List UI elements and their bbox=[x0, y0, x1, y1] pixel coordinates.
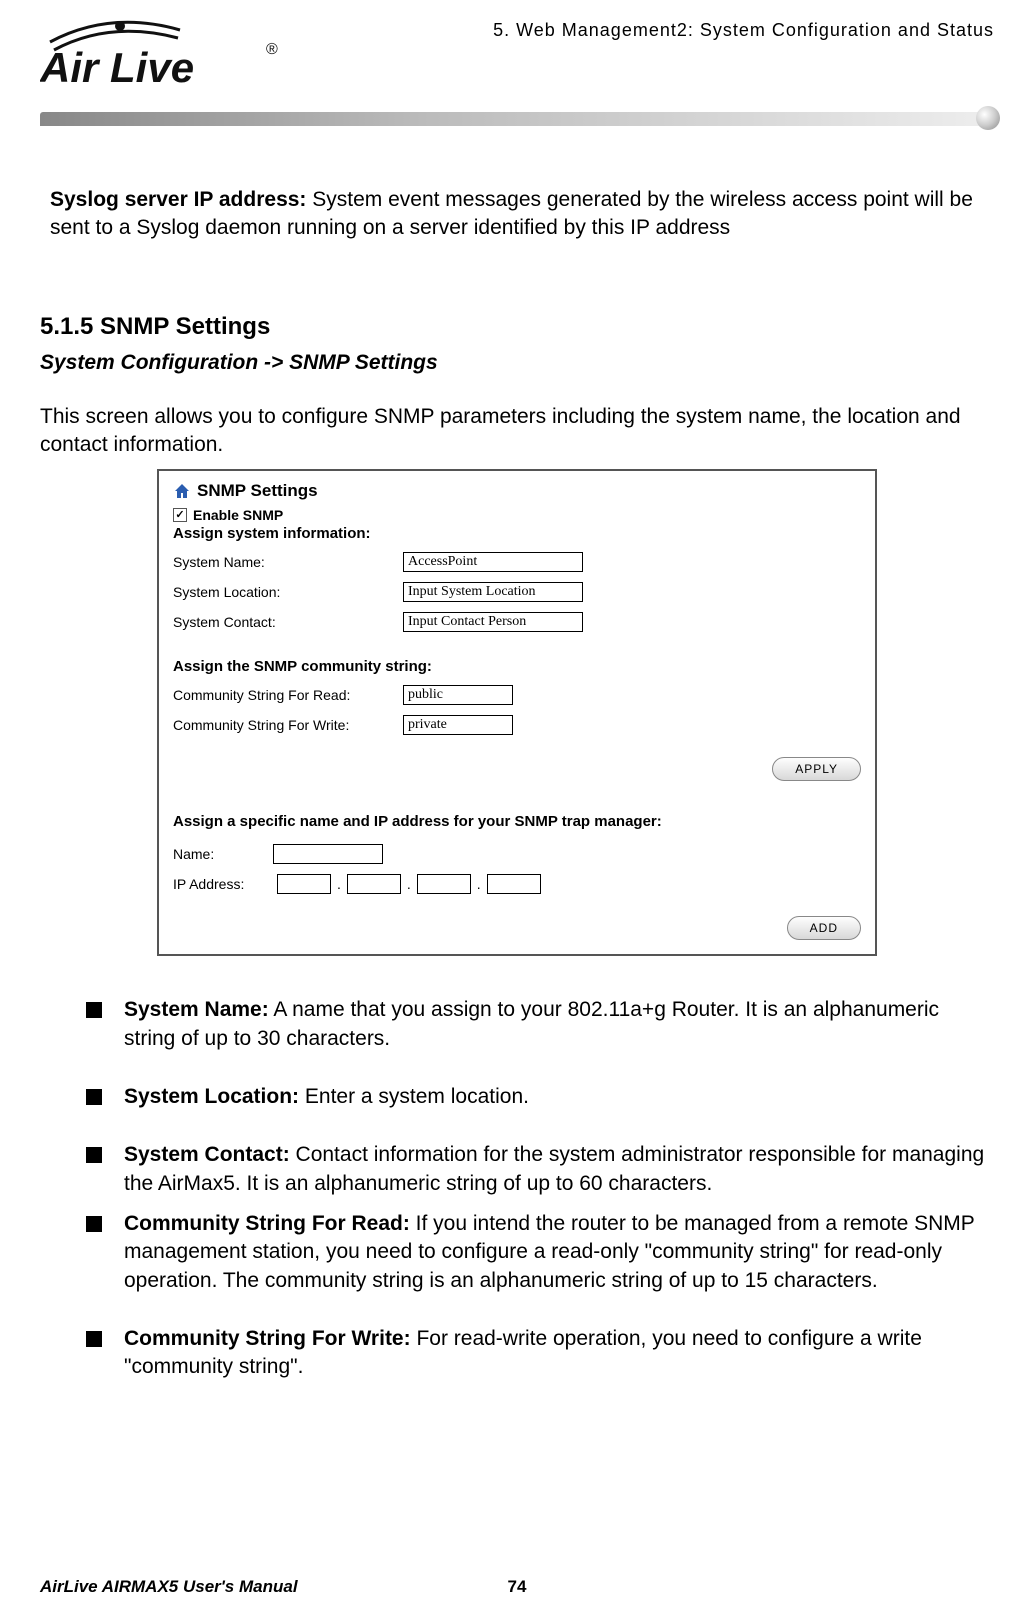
list-item: Community String For Read: If you intend… bbox=[86, 1210, 994, 1295]
svg-text:®: ® bbox=[266, 41, 278, 58]
trap-ip-label: IP Address: bbox=[173, 876, 273, 892]
community-heading: Assign the SNMP community string: bbox=[173, 658, 861, 675]
list-item: System Name: A name that you assign to y… bbox=[86, 996, 994, 1053]
ip-octet-2[interactable] bbox=[347, 874, 401, 894]
community-read-label: Community String For Read: bbox=[173, 687, 403, 703]
enable-snmp-label: Enable SNMP bbox=[193, 507, 283, 523]
apply-button[interactable]: APPLY bbox=[772, 757, 861, 781]
chapter-reference: 5. Web Management2: System Configuration… bbox=[493, 20, 994, 41]
system-location-input[interactable] bbox=[403, 582, 583, 602]
snmp-settings-panel: SNMP Settings ✓ Enable SNMP Assign syste… bbox=[157, 469, 877, 956]
ip-octet-4[interactable] bbox=[487, 874, 541, 894]
community-read-input[interactable] bbox=[403, 685, 513, 705]
header-divider bbox=[40, 112, 994, 126]
system-name-label: System Name: bbox=[173, 554, 403, 570]
trap-name-input[interactable] bbox=[273, 844, 383, 864]
panel-title-text: SNMP Settings bbox=[197, 481, 318, 501]
system-contact-input[interactable] bbox=[403, 612, 583, 632]
system-contact-label: System Contact: bbox=[173, 614, 403, 630]
bullet-label: System Contact: bbox=[124, 1143, 290, 1166]
list-item: System Contact: Contact information for … bbox=[86, 1141, 994, 1198]
syslog-label: Syslog server IP address: bbox=[50, 188, 306, 211]
breadcrumb: System Configuration -> SNMP Settings bbox=[40, 351, 994, 375]
system-name-input[interactable] bbox=[403, 552, 583, 572]
brand-logo: Air Live ® bbox=[40, 20, 300, 100]
svg-text:Air Live: Air Live bbox=[40, 44, 194, 91]
ip-octet-3[interactable] bbox=[417, 874, 471, 894]
bullet-label: System Name: bbox=[124, 998, 269, 1021]
trap-heading: Assign a specific name and IP address fo… bbox=[173, 813, 861, 830]
bullet-label: System Location: bbox=[124, 1085, 299, 1108]
footer-page-number: 74 bbox=[508, 1577, 527, 1597]
enable-snmp-checkbox[interactable]: ✓ bbox=[173, 508, 187, 522]
section-heading: 5.1.5 SNMP Settings bbox=[40, 313, 994, 341]
add-button[interactable]: ADD bbox=[787, 916, 861, 940]
panel-title: SNMP Settings bbox=[173, 481, 861, 501]
ip-octet-1[interactable] bbox=[277, 874, 331, 894]
section-intro: This screen allows you to configure SNMP… bbox=[40, 403, 994, 460]
home-icon bbox=[173, 482, 191, 500]
list-item: System Location: Enter a system location… bbox=[86, 1083, 994, 1111]
ip-dot: . bbox=[335, 876, 343, 892]
community-write-label: Community String For Write: bbox=[173, 717, 403, 733]
ip-dot: . bbox=[405, 876, 413, 892]
community-write-input[interactable] bbox=[403, 715, 513, 735]
system-location-label: System Location: bbox=[173, 584, 403, 600]
bullet-label: Community String For Read: bbox=[124, 1212, 410, 1235]
ip-dot: . bbox=[475, 876, 483, 892]
assign-info-heading: Assign system information: bbox=[173, 525, 861, 542]
trap-name-label: Name: bbox=[173, 846, 273, 862]
footer-manual-title: AirLive AIRMAX5 User's Manual bbox=[40, 1577, 298, 1597]
list-item: Community String For Write: For read-wri… bbox=[86, 1325, 994, 1382]
bullet-text: Enter a system location. bbox=[299, 1085, 529, 1108]
syslog-paragraph: Syslog server IP address: System event m… bbox=[40, 186, 994, 243]
bullet-label: Community String For Write: bbox=[124, 1327, 411, 1350]
bullet-list: System Name: A name that you assign to y… bbox=[40, 996, 994, 1381]
